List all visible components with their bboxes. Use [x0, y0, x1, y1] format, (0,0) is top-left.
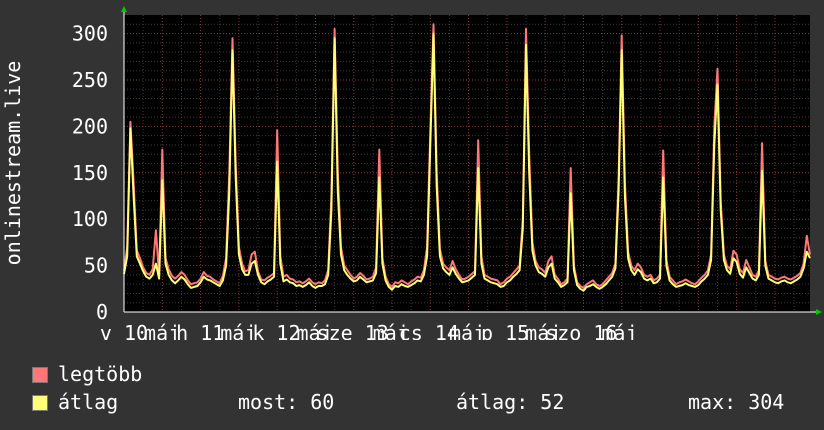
y-tick-label: 200 [72, 114, 108, 138]
y-tick-labels: 050100150200250300 [72, 22, 108, 324]
y-tick-label: 300 [72, 22, 108, 46]
legend-max-label: legtöbb [58, 362, 143, 386]
y-axis-arrow-icon [121, 6, 127, 12]
y-tick-label: 150 [72, 161, 108, 185]
x-tick-label: k 12 [252, 321, 300, 340]
average-value: átlag: 52 [456, 390, 565, 414]
chart-stage: 0 50 100 150 200 250 300 v 10 máj h 11 máj k 12 máj… [0, 0, 824, 430]
y-tick-label: 100 [72, 207, 108, 231]
x-tick-label: p 15 [481, 321, 529, 340]
y-tick-label: 250 [72, 68, 108, 92]
avg-swatch-icon [32, 395, 48, 411]
x-tick-labels: v 10májh 11májk 12májsze 13májcs 14májp … [100, 321, 638, 340]
x-tick-label: v 10 [100, 321, 148, 340]
x-axis-arrow-icon [816, 309, 822, 315]
maximum-value: max: 304 [688, 390, 785, 414]
legend-avg-label: átlag [58, 390, 119, 414]
y-axis-label: onlinestream.live [1, 61, 25, 266]
x-tick-label: máj [220, 321, 256, 340]
y-tick-label: 50 [84, 254, 108, 278]
traffic-chart: 050100150200250300 v 10májh 11májk 12máj… [1, 6, 822, 340]
legend-row-avg: átlag most: 60 átlag: 52 max: 304 [32, 390, 802, 414]
current-value: most: 60 [238, 390, 335, 414]
x-tick-label: máj [144, 321, 180, 340]
x-tick-label: h 11 [176, 321, 224, 340]
legend-row-max: legtöbb [32, 362, 332, 386]
x-tick-label: máj [601, 321, 637, 340]
max-swatch-icon [32, 367, 48, 383]
x-tick-label: máj [449, 321, 485, 340]
